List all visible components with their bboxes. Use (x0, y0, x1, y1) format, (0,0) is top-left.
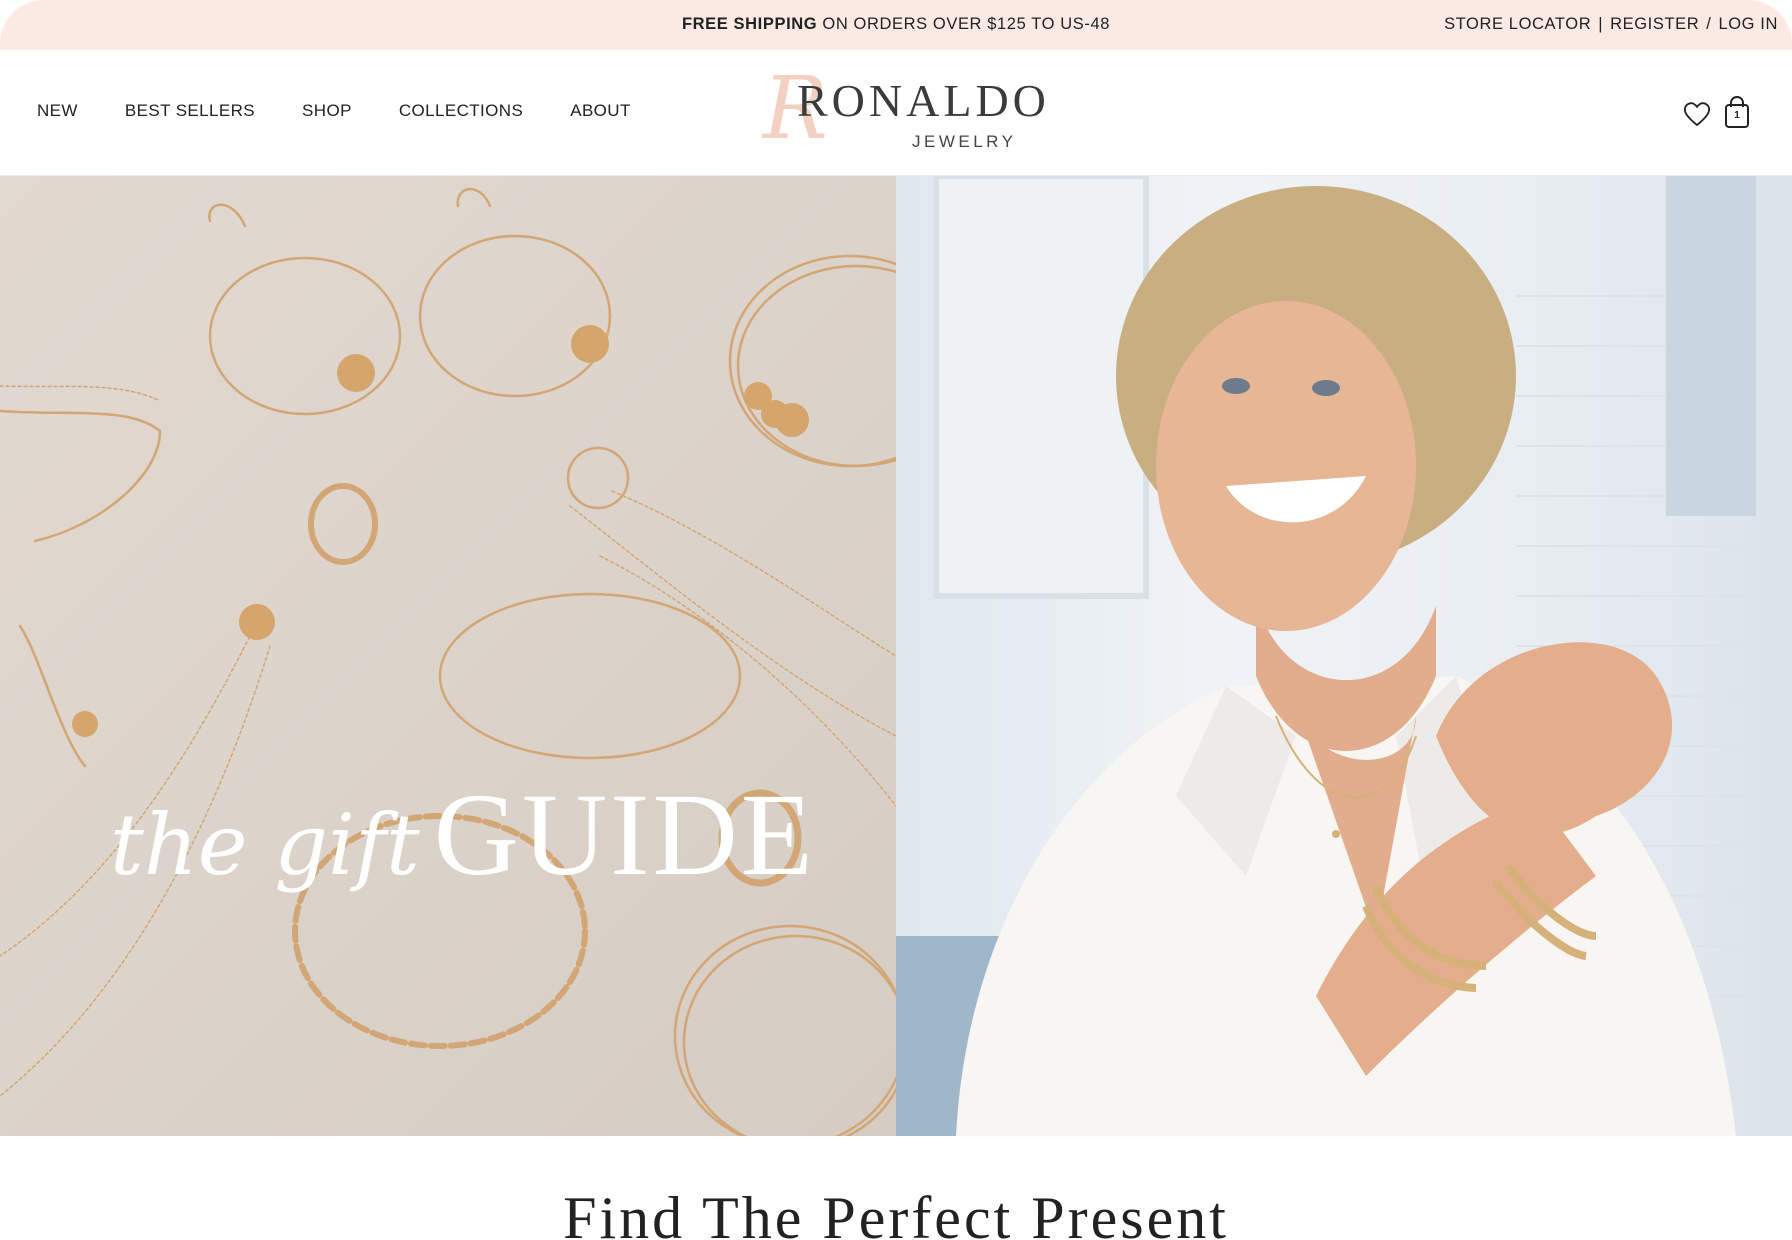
separator: / (1706, 15, 1712, 33)
brand-logo[interactable]: R RONALDO JEWELRY (755, 62, 1055, 162)
jewelry-illustration (0, 187, 896, 1136)
gift-guide-title: the gift GUIDE (110, 776, 816, 894)
nav-item-shop[interactable]: SHOP (302, 101, 352, 121)
main-nav: NEW BEST SELLERS SHOP COLLECTIONS ABOUT (37, 101, 678, 121)
store-locator-link[interactable]: STORE LOCATOR (1444, 15, 1591, 33)
announcement-bar: FREE SHIPPING ON ORDERS OVER $125 TO US-… (0, 0, 1792, 50)
site-header: NEW BEST SELLERS SHOP COLLECTIONS ABOUT … (0, 50, 1792, 176)
nav-item-best-sellers[interactable]: BEST SELLERS (125, 101, 255, 121)
hero-caps-text: GUIDE (433, 769, 816, 900)
logo-name: RONALDO (797, 75, 1050, 126)
heart-icon[interactable] (1683, 101, 1711, 127)
login-link[interactable]: LOG IN (1718, 15, 1778, 33)
hero-script-text: the gift (110, 796, 420, 894)
hero-jewelry-image[interactable]: the gift GUIDE (0, 176, 896, 1136)
section-heading: Find The Perfect Present (563, 1185, 1229, 1240)
register-link[interactable]: REGISTER (1610, 15, 1699, 33)
hero-model-image[interactable] (896, 176, 1792, 1136)
nav-item-new[interactable]: NEW (37, 101, 78, 121)
page: FREE SHIPPING ON ORDERS OVER $125 TO US-… (0, 0, 1792, 1240)
promo-text: ON ORDERS OVER $125 TO US-48 (817, 15, 1111, 33)
nav-item-collections[interactable]: COLLECTIONS (399, 101, 523, 121)
logo-subtitle: JEWELRY (912, 132, 1017, 151)
shopping-bag-icon[interactable]: 1 (1722, 95, 1752, 129)
promo-bold: FREE SHIPPING (681, 15, 818, 33)
model-illustration (896, 176, 1792, 1136)
nav-item-about[interactable]: ABOUT (570, 101, 631, 121)
cart-count: 1 (1734, 110, 1740, 121)
utility-links: STORE LOCATOR | REGISTER / LOG IN (1444, 15, 1778, 34)
separator: | (1598, 15, 1604, 33)
